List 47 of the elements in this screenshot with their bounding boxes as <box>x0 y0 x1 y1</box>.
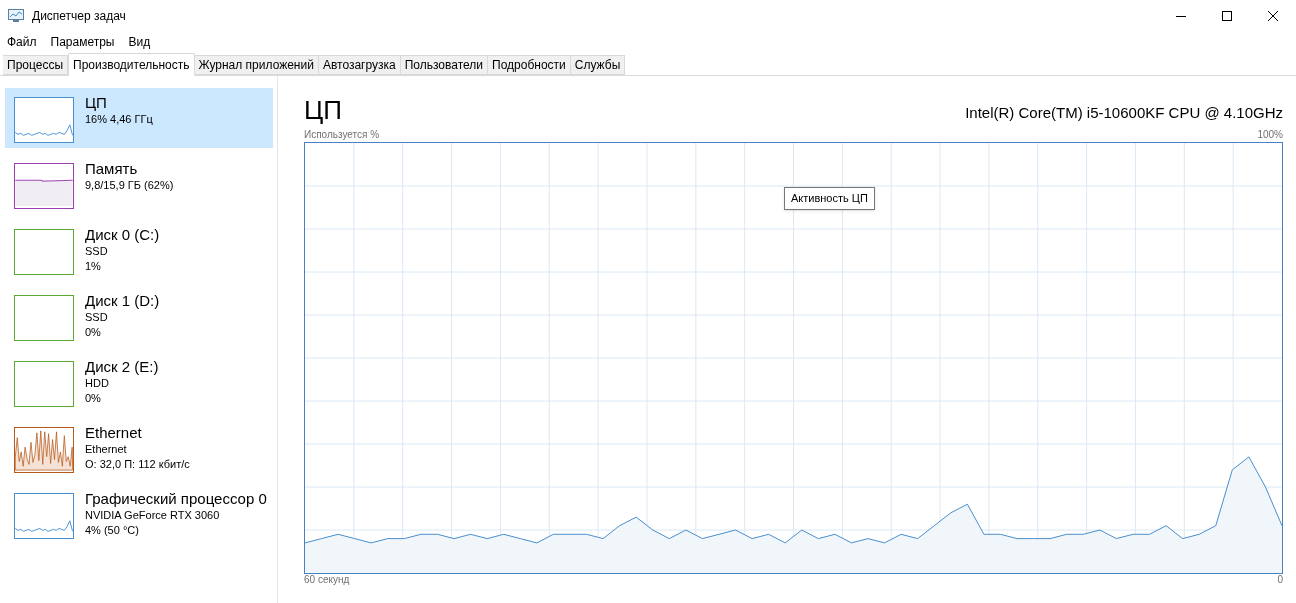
item-detail: 0% <box>85 325 102 340</box>
item-title: Память <box>85 160 139 178</box>
item-detail: SSD <box>85 310 109 325</box>
sidebar-item[interactable]: Память 9,8/15,9 ГБ (62%) <box>5 154 273 214</box>
menu-item[interactable]: Вид <box>128 33 151 51</box>
window-title: Диспетчер задач <box>32 8 126 25</box>
item-detail: 16% 4,46 ГГц <box>85 112 153 127</box>
tab[interactable]: Журнал приложений <box>194 55 319 75</box>
tab[interactable]: Производительность <box>68 53 195 76</box>
item-detail: NVIDIA GeForce RTX 3060 <box>85 508 221 523</box>
menu-item[interactable]: Файл <box>7 33 37 51</box>
tab[interactable]: Подробности <box>488 55 571 75</box>
item-detail: 4% (50 °C) <box>85 523 140 538</box>
item-detail: Ethernet <box>85 442 128 457</box>
tab[interactable]: Автозагрузка <box>318 55 401 75</box>
tab[interactable]: Процессы <box>3 55 68 75</box>
item-title: Диск 1 (D:) <box>85 292 160 310</box>
sidebar-item[interactable]: Диск 2 (E:) HDD 0% <box>5 352 273 412</box>
item-title: Ethernet <box>85 424 143 442</box>
close-icon <box>1268 11 1278 21</box>
axis-label: Используется % <box>304 128 380 142</box>
section-title: ЦП <box>304 96 342 124</box>
sidebar-item[interactable]: ЦП 16% 4,46 ГГц <box>5 88 273 148</box>
item-title: ЦП <box>85 94 108 112</box>
tooltip: Активность ЦП <box>784 187 875 210</box>
item-title: Диск 2 (E:) <box>85 358 159 376</box>
item-detail: 9,8/15,9 ГБ (62%) <box>85 178 174 193</box>
sidebar-item[interactable]: Ethernet Ethernet О: 32,0 П: 112 кбит/с <box>5 418 273 478</box>
axis-label: 0 <box>1277 574 1283 586</box>
item-detail: HDD <box>85 376 110 391</box>
axis-label: 60 секунд <box>304 574 350 586</box>
maximize-icon <box>1222 11 1232 21</box>
item-detail: SSD <box>85 244 109 259</box>
sidebar-item[interactable]: Графический процессор 0 NVIDIA GeForce RTX 3060 4% (50 °C) <box>5 484 273 544</box>
sidebar-item[interactable]: Диск 1 (D:) SSD 0% <box>5 286 273 346</box>
tab[interactable]: Службы <box>570 55 626 75</box>
item-title: Графический процессор 0 <box>85 490 267 508</box>
item-title: Диск 0 (C:) <box>85 226 160 244</box>
monitor-icon <box>8 9 24 23</box>
item-detail: 0% <box>85 391 102 406</box>
axis-label: 100% <box>1257 128 1283 142</box>
menu-item[interactable]: Параметры <box>50 33 115 51</box>
item-detail: О: 32,0 П: 112 кбит/с <box>85 457 190 472</box>
sidebar-item[interactable]: Диск 0 (C:) SSD 1% <box>5 220 273 280</box>
item-detail: 1% <box>85 259 102 274</box>
tab[interactable]: Пользователи <box>400 55 489 75</box>
processor-name: Intel(R) Core(TM) i5-10600KF CPU @ 4.10GHz <box>965 103 1283 123</box>
